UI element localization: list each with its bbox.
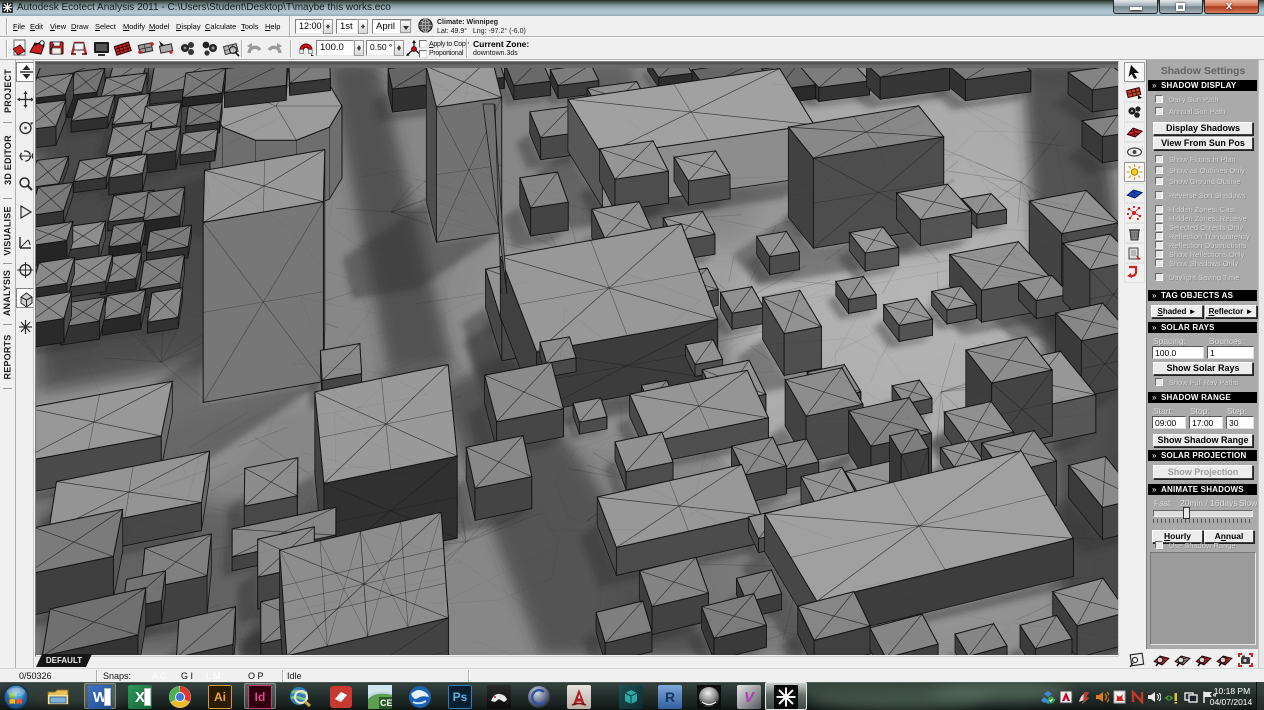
svg-text:CE: CE: [380, 698, 392, 708]
